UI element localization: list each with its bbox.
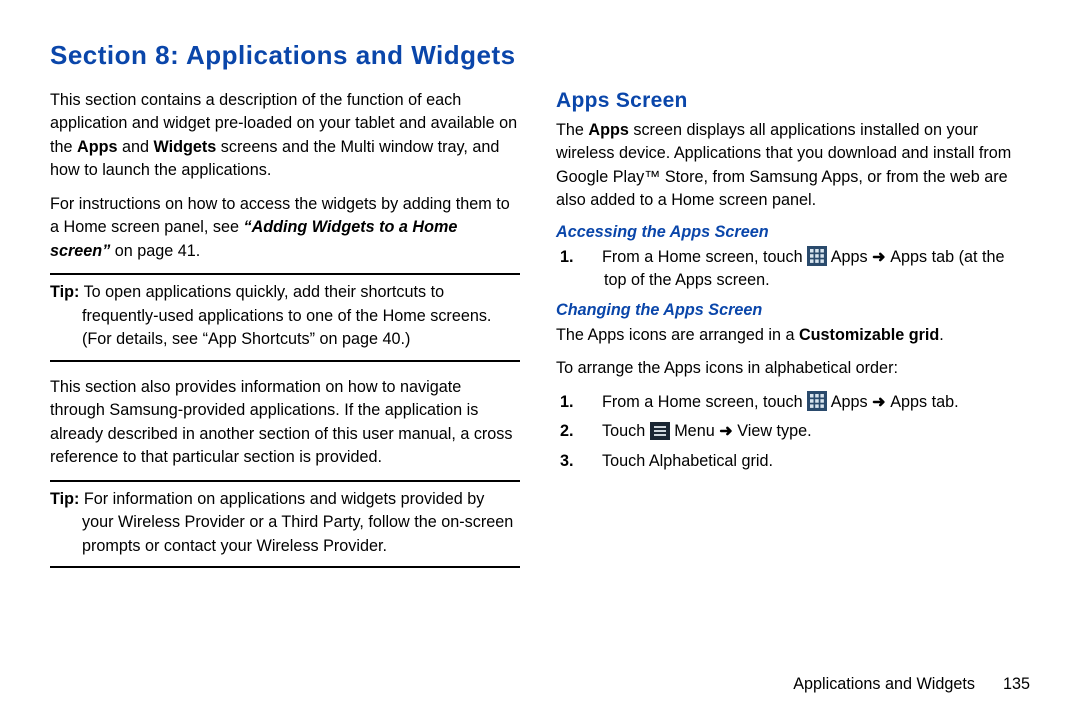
intro-paragraph-1: This section contains a description of t… [50, 89, 520, 183]
arrow-icon: ➜ [868, 248, 891, 266]
bold-apps: Apps [675, 271, 712, 289]
tip-body: Tip: For information on applications and… [50, 488, 520, 558]
alphabetical-intro: To arrange the Apps icons in alphabetica… [556, 357, 1026, 380]
step-item: 1.From a Home screen, touch Apps ➜ Apps … [582, 246, 1026, 293]
text: Touch [602, 452, 649, 470]
step-number: 3. [582, 450, 602, 473]
tip-label: Tip: [50, 490, 79, 508]
page-number: 135 [1003, 675, 1030, 693]
tip-body: Tip: To open applications quickly, add t… [50, 281, 520, 351]
bold-apps: Apps [831, 393, 868, 411]
apps-grid-icon [807, 246, 827, 266]
step-number: 1. [582, 391, 602, 414]
text: . [769, 452, 774, 470]
intro-paragraph-2: For instructions on how to access the wi… [50, 193, 520, 263]
bold-menu: Menu [674, 422, 715, 440]
manual-page: Section 8: Applications and Widgets This… [0, 0, 1080, 720]
text: tab. [927, 393, 959, 411]
bold-alphabetical-grid: Alphabetical grid [649, 452, 769, 470]
bold-widgets: Widgets [154, 138, 217, 156]
text: . [939, 326, 944, 344]
page-footer: Applications and Widgets 135 [793, 675, 1030, 694]
right-column: Apps Screen The Apps screen displays all… [556, 89, 1026, 582]
text: From a Home screen, touch [602, 248, 807, 266]
steps-accessing: 1.From a Home screen, touch Apps ➜ Apps … [582, 246, 1026, 293]
bold-apps-tab: Apps [890, 393, 927, 411]
left-column: This section contains a description of t… [50, 89, 520, 582]
step-item: 2.Touch Menu ➜ View type. [582, 420, 1026, 443]
text: The Apps icons are arranged in a [556, 326, 799, 344]
text: screen. [712, 271, 770, 289]
bold-apps: Apps [588, 121, 628, 139]
bold-apps: Apps [77, 138, 117, 156]
bold-view-type: View type [737, 422, 807, 440]
intro-paragraph-3: This section also provides information o… [50, 376, 520, 470]
step-item: 3.Touch Alphabetical grid. [582, 450, 1026, 473]
text: Touch [602, 422, 650, 440]
apps-screen-description: The Apps screen displays all application… [556, 119, 1026, 213]
step-number: 1. [582, 246, 602, 269]
h3-accessing: Accessing the Apps Screen [556, 223, 1026, 242]
text: . [807, 422, 812, 440]
step-item: 1.From a Home screen, touch Apps ➜ Apps … [582, 391, 1026, 414]
text: on page 41. [110, 242, 200, 260]
footer-section-name: Applications and Widgets [793, 675, 975, 693]
step-number: 2. [582, 420, 602, 443]
h2-apps-screen: Apps Screen [556, 89, 1026, 113]
bold-apps-tab: Apps [890, 248, 927, 266]
customizable-grid-para: The Apps icons are arranged in a Customi… [556, 324, 1026, 347]
tip-label: Tip: [50, 283, 79, 301]
text: From a Home screen, touch [602, 393, 807, 411]
arrow-icon: ➜ [715, 422, 738, 440]
tip-box-1: Tip: To open applications quickly, add t… [50, 273, 520, 361]
text: on page 40.) [315, 330, 410, 348]
text: and [117, 138, 153, 156]
h3-changing: Changing the Apps Screen [556, 301, 1026, 320]
two-column-layout: This section contains a description of t… [50, 89, 1040, 582]
bold-apps: Apps [831, 248, 868, 266]
arrow-icon: ➜ [868, 393, 891, 411]
apps-grid-icon [807, 391, 827, 411]
bold-customizable-grid: Customizable grid [799, 326, 939, 344]
cross-ref[interactable]: “App Shortcuts” [203, 330, 315, 348]
steps-changing: 1.From a Home screen, touch Apps ➜ Apps … [582, 391, 1026, 473]
text: The [556, 121, 588, 139]
menu-icon [650, 422, 670, 440]
text: For information on applications and widg… [79, 490, 513, 555]
tip-box-2: Tip: For information on applications and… [50, 480, 520, 568]
section-title: Section 8: Applications and Widgets [50, 40, 1040, 71]
